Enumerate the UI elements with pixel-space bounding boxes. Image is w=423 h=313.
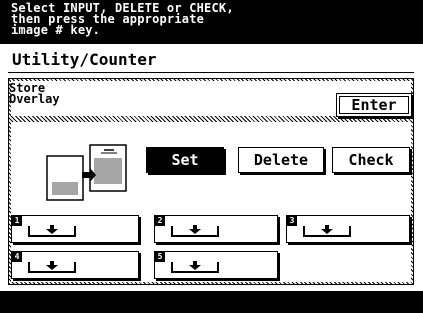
overlay-copy-icon [46, 144, 127, 201]
image-key-5[interactable]: 5 [154, 251, 278, 279]
delete-button[interactable]: Delete [238, 147, 324, 173]
breadcrumb: Store Overlay [9, 82, 60, 106]
store-tray-icon [171, 225, 219, 237]
image-key-4[interactable]: 4 [11, 251, 139, 279]
store-tray-icon [171, 261, 219, 273]
instruction-banner: Select INPUT, DELETE or CHECK, then pres… [0, 0, 423, 44]
image-number: 3 [287, 216, 297, 226]
image-key-1[interactable]: 1 [11, 215, 139, 243]
enter-button[interactable]: Enter [336, 93, 412, 117]
breadcrumb-line-2: Overlay [9, 92, 60, 106]
image-number: 1 [12, 216, 22, 226]
image-number: 4 [12, 252, 22, 262]
store-tray-icon [28, 225, 76, 237]
image-key-2[interactable]: 2 [154, 215, 278, 243]
instruction-line-3: image # key. [11, 23, 101, 37]
set-button[interactable]: Set [146, 147, 224, 173]
screen-title-bar: Utility/Counter [8, 48, 414, 73]
store-tray-icon [28, 261, 76, 273]
image-number: 2 [155, 216, 165, 226]
page-title: Utility/Counter [12, 50, 157, 69]
footer-bar [0, 291, 423, 313]
store-tray-icon [303, 225, 351, 237]
image-key-3[interactable]: 3 [286, 215, 410, 243]
image-number: 5 [155, 252, 165, 262]
check-button[interactable]: Check [332, 147, 410, 173]
